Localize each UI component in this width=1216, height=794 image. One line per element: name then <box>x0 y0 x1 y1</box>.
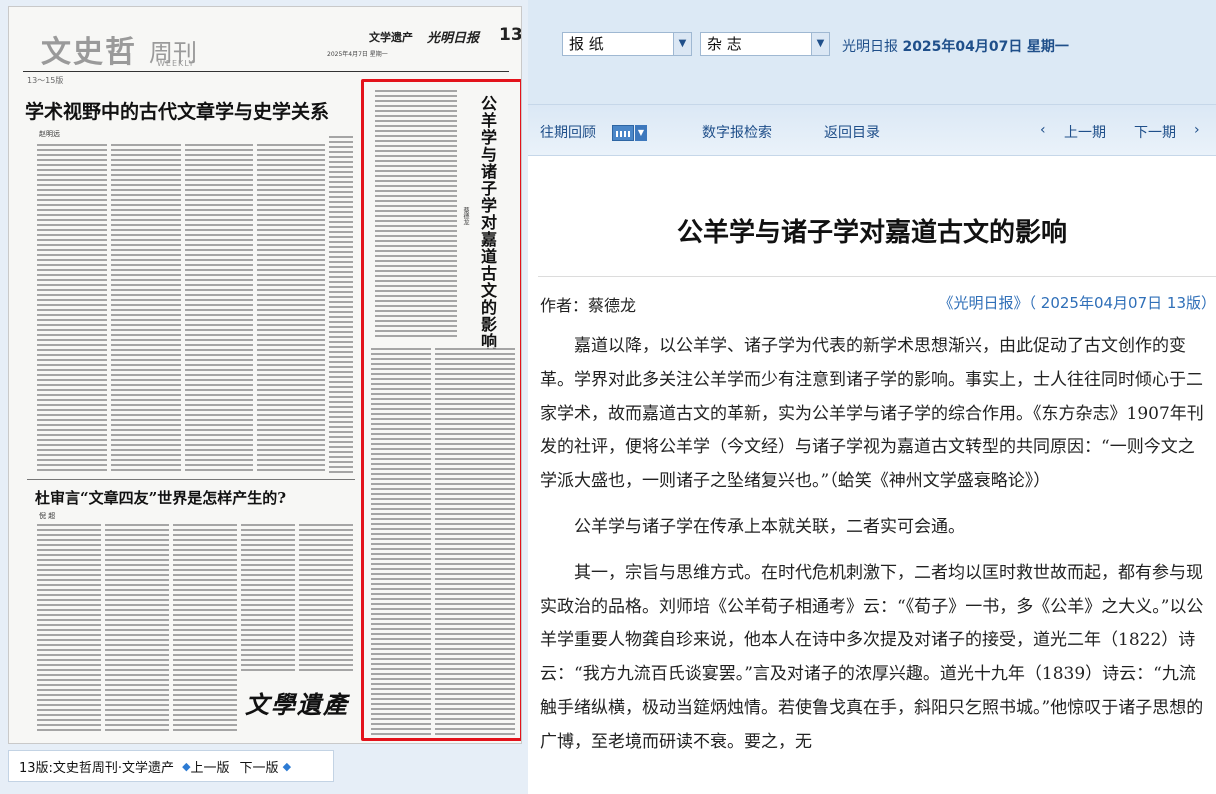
article-paragraph: 其一，宗旨与思维方式。在时代危机刺激下，二者均以匡时救世故而起，都有参与现实政治… <box>540 562 1204 752</box>
article-author: 作者：蔡德龙 <box>540 296 637 315</box>
prev-issue-link[interactable]: 上一期 <box>1064 122 1106 142</box>
literary-heritage-seal: 文學遺產 <box>245 690 349 719</box>
digital-search-link[interactable]: 数字报检索 <box>702 122 772 142</box>
newspaper-logo: 光明日报 <box>427 31 480 46</box>
page-number: 13 <box>499 25 522 45</box>
chevron-down-icon[interactable]: ▼ <box>635 125 647 141</box>
article-paragraph: 公羊学与诸子学在传承上本就关联，二者实可会通。 <box>574 516 965 537</box>
nav-bar: 往期回顾 ▼ 数字报检索 返回目录 ‹ 上一期 下一期 › <box>528 104 1216 156</box>
article-2-text[interactable] <box>173 523 237 733</box>
article-2-text[interactable] <box>299 523 353 673</box>
article-1-text[interactable] <box>185 143 253 473</box>
chevron-down-icon[interactable]: ▼ <box>811 33 829 55</box>
magazine-select-value: 杂 志 <box>707 35 742 53</box>
chevron-right-icon[interactable]: › <box>1194 122 1200 138</box>
issue-dateline: 光明日报 2025年04月07日 星期一 <box>842 36 1069 56</box>
newspaper-pane: 文史哲 周刊 WEEKLY 13～15版 文学遗产 光明日报 13 2025年4… <box>0 0 528 794</box>
masthead-weekly: WEEKLY <box>157 59 195 68</box>
title-divider <box>538 276 1216 277</box>
chevron-down-icon[interactable]: ▼ <box>673 33 691 55</box>
magazine-select[interactable]: 杂 志 ▼ <box>700 32 830 56</box>
back-to-toc-link[interactable]: 返回目录 <box>824 122 880 142</box>
prev-page-link[interactable]: 上一版 <box>191 757 230 776</box>
selected-article-highlight[interactable] <box>361 79 521 741</box>
article-1-text[interactable] <box>111 143 181 473</box>
article-headline-2[interactable]: 杜审言“文章四友”世界是怎样产生的? <box>35 487 286 508</box>
article-content: 公羊学与诸子学对嘉道古文的影响 作者：蔡德龙 《光明日报》（ 2025年04月0… <box>528 156 1216 794</box>
past-issues-link[interactable]: 往期回顾 <box>540 122 596 142</box>
prev-page-arrow-icon[interactable]: ◆ <box>182 760 190 773</box>
section-label: 文学遗产 <box>369 31 413 44</box>
page-navigation: 13版:文史哲周刊·文学遗产 ◆ 上一版 下一版 ◆ <box>8 750 334 782</box>
issue-weekday: 星期一 <box>1026 39 1069 55</box>
article-2-text[interactable] <box>241 523 295 673</box>
article-byline-2: 倪 超 <box>39 512 56 520</box>
paper-name: 光明日报 <box>842 39 898 55</box>
article-title: 公羊学与诸子学对嘉道古文的影响 <box>676 218 1067 248</box>
current-page-name[interactable]: 13版:文史哲周刊·文学遗产 <box>19 757 174 776</box>
newspaper-select[interactable]: 报 纸 ▼ <box>562 32 692 56</box>
article-byline-1: 赵明远 <box>39 130 60 138</box>
next-page-link[interactable]: 下一版 <box>240 757 279 776</box>
top-bar: 报 纸 ▼ 杂 志 ▼ 光明日报 2025年04月07日 星期一 <box>528 0 1216 104</box>
next-page-arrow-icon[interactable]: ◆ <box>283 760 291 773</box>
masthead-dateline: 2025年4月7日 星期一 <box>327 51 388 58</box>
article-1-text[interactable] <box>329 135 353 473</box>
article-headline-1[interactable]: 学术视野中的古代文章学与史学关系 <box>25 97 329 124</box>
article-pane: 报 纸 ▼ 杂 志 ▼ 光明日报 2025年04月07日 星期一 往期回顾 ▼ … <box>528 0 1216 794</box>
divider <box>27 479 355 480</box>
article-2-text[interactable] <box>37 523 101 733</box>
article-2-text[interactable] <box>105 523 169 733</box>
newspaper-page-image: 文史哲 周刊 WEEKLY 13～15版 文学遗产 光明日报 13 2025年4… <box>8 6 522 744</box>
chevron-left-icon[interactable]: ‹ <box>1040 122 1046 138</box>
newspaper-select-value: 报 纸 <box>569 35 604 53</box>
pages-range: 13～15版 <box>27 76 64 85</box>
article-paragraph: 嘉道以降，以公羊学、诸子学为代表的新学术思想渐兴，由此促动了古文创作的变革。学界… <box>540 336 1204 492</box>
article-body: 嘉道以降，以公羊学、诸子学为代表的新学术思想渐兴，由此促动了古文创作的变革。学界… <box>540 330 1206 772</box>
issue-date: 2025年04月07日 <box>902 39 1023 55</box>
calendar-icon[interactable] <box>612 125 634 141</box>
article-1-text[interactable] <box>37 143 107 473</box>
next-issue-link[interactable]: 下一期 <box>1134 122 1176 142</box>
masthead-title: 文史哲 <box>41 35 137 70</box>
article-1-text[interactable] <box>257 143 325 473</box>
article-source[interactable]: 《光明日报》（ 2025年04月07日 13版） <box>939 292 1216 313</box>
masthead-rule <box>23 71 509 72</box>
